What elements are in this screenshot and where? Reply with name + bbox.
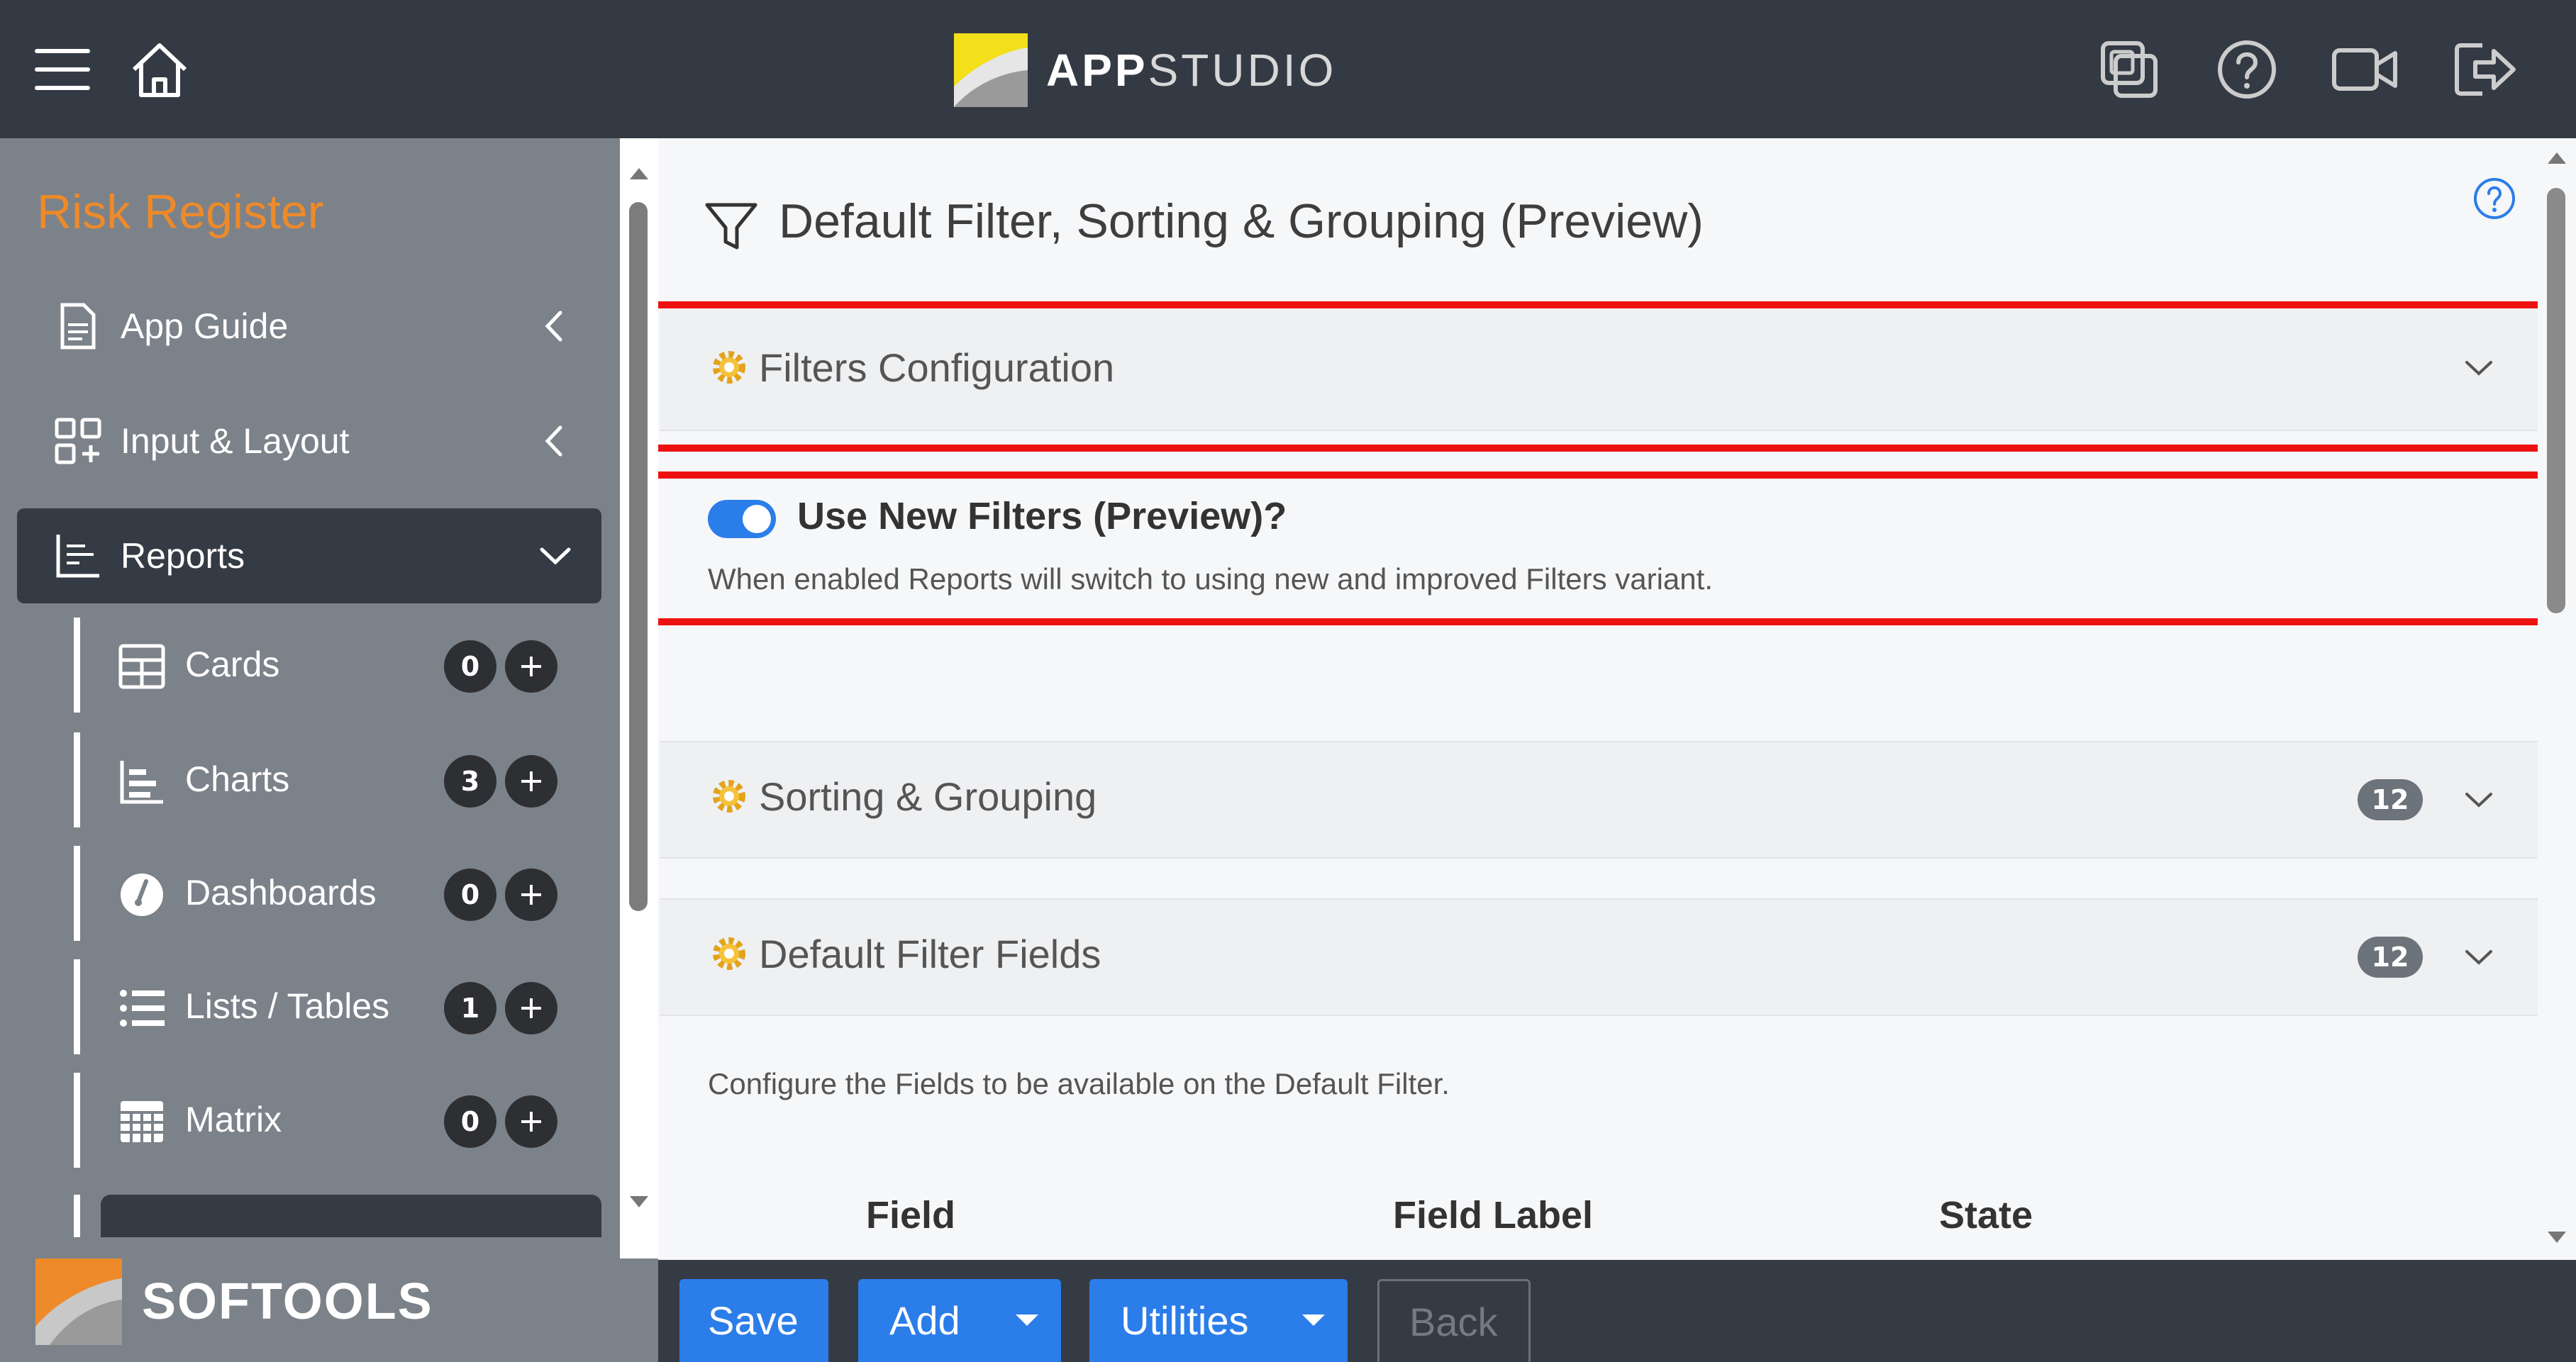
count-badge: 0 [444,869,496,921]
softools-logo: SOFTOOLS [0,1258,658,1362]
add-button[interactable]: Add [858,1279,1061,1362]
help-icon[interactable] [2211,34,2282,105]
section-title: Sorting & Grouping [759,774,1097,819]
add-icon[interactable] [505,755,557,808]
count-badge: 12 [2358,937,2423,978]
count-badge: 0 [444,1095,496,1148]
section-title: Default Filter Fields [759,932,1101,976]
column-header-field: Field [866,1194,956,1237]
back-button[interactable]: Back [1377,1279,1531,1362]
column-header-field-label: Field Label [1393,1194,1594,1237]
sidebar-item-label: App Guide [121,306,289,346]
logout-icon[interactable] [2450,34,2521,105]
sidebar-title: Risk Register [37,185,324,239]
scroll-up-icon[interactable] [620,160,658,188]
scroll-down-icon[interactable] [2538,1223,2576,1251]
save-button-label: Save [708,1298,799,1343]
save-button[interactable]: Save [679,1279,828,1362]
menu-icon[interactable] [27,34,98,105]
add-icon[interactable] [505,982,557,1034]
sidebar-item-label: Input & Layout [121,421,350,461]
dropdown-caret-icon[interactable] [1302,1314,1325,1326]
sidebar-subitem-lists-tables[interactable]: Lists / Tables 1 [74,959,584,1054]
count-badge: 3 [444,755,496,808]
sidebar: Risk Register App Guide Input & Layout R… [0,138,658,1362]
sidebar-subitem-label: Matrix [185,1100,282,1139]
copy-icon[interactable] [2094,34,2165,105]
page-title: Default Filter, Sorting & Grouping (Prev… [779,194,1704,248]
sidebar-item-app-guide[interactable]: App Guide [17,279,601,374]
layout-icon [55,418,101,464]
matrix-icon [121,1101,163,1142]
tree-line [74,1073,80,1168]
utilities-button[interactable]: Utilities [1089,1279,1348,1362]
dropdown-caret-icon[interactable] [1016,1314,1038,1326]
highlight-box [658,471,2538,625]
chevron-left-icon [545,311,562,342]
scrollbar-thumb[interactable] [2547,188,2565,613]
scroll-down-icon[interactable] [620,1188,658,1216]
tree-line [74,846,80,941]
list-icon [120,990,165,1027]
video-icon[interactable] [2330,34,2401,105]
sidebar-scrollbar[interactable] [620,138,658,1258]
default-filter-description: Configure the Fields to be available on … [708,1067,1450,1100]
sidebar-subitem-label: Cards [185,644,280,684]
chevron-down-icon[interactable] [2461,939,2497,975]
default-filter-fields-section[interactable]: Default Filter Fields 12 [660,898,2538,1016]
reports-icon [56,535,99,578]
add-icon[interactable] [505,640,557,693]
app-studio-logo-icon [954,33,1028,107]
bottom-toolbar: Save Add Utilities Back [658,1260,2576,1362]
count-badge: 0 [444,640,496,693]
main-scrollbar[interactable] [2538,138,2576,1260]
softools-logo-icon [35,1258,122,1345]
cards-icon [118,644,165,689]
sidebar-subitem-cards[interactable]: Cards 0 [74,618,584,713]
sidebar-subitem-matrix[interactable]: Matrix 0 [74,1073,584,1168]
chevron-down-icon[interactable] [2461,782,2497,817]
dashboard-icon [121,873,163,916]
main-content: Default Filter, Sorting & Grouping (Prev… [658,138,2538,1260]
sidebar-subitem-label: Dashboards [185,873,377,912]
sidebar-subitem-label: Charts [185,759,290,799]
chevron-down-icon [540,547,571,565]
chart-icon [120,761,163,804]
chevron-left-icon [545,425,562,457]
utilities-button-label: Utilities [1121,1298,1249,1343]
filter-icon [705,203,757,250]
add-button-label: Add [889,1298,960,1343]
scroll-up-icon[interactable] [2538,144,2576,172]
sidebar-subitem-charts[interactable]: Charts 3 [74,732,584,827]
sidebar-subitem-label: Lists / Tables [185,986,390,1026]
tree-line [74,732,80,827]
brand-light: STUDIO [1148,45,1337,96]
tree-line [74,618,80,713]
scrollbar-thumb[interactable] [629,202,648,911]
sidebar-partial-item[interactable] [101,1195,601,1237]
brand-strong: APP [1046,45,1148,96]
back-button-label: Back [1409,1299,1498,1344]
count-badge: 12 [2358,779,2423,820]
add-icon[interactable] [505,869,557,921]
sidebar-item-reports[interactable]: Reports [17,508,601,603]
sidebar-subitem-dashboards[interactable]: Dashboards 0 [74,846,584,941]
tree-line [74,1195,80,1237]
highlight-box [658,301,2538,452]
document-icon [60,303,96,350]
add-icon[interactable] [505,1095,557,1148]
tree-line [74,959,80,1054]
sidebar-item-label: Reports [121,536,245,576]
sidebar-item-input-layout[interactable]: Input & Layout [17,393,601,489]
help-icon[interactable] [2472,176,2517,221]
sorting-grouping-section[interactable]: Sorting & Grouping 12 [660,741,2538,859]
gear-icon [713,937,745,970]
app-studio-logo: APPSTUDIO [954,33,1336,107]
column-header-state: State [1939,1194,2033,1237]
home-icon[interactable] [124,34,195,105]
count-badge: 1 [444,982,496,1034]
top-bar: APPSTUDIO [0,0,2576,138]
gear-icon [713,780,745,813]
footer-brand-text: SOFTOOLS [142,1273,433,1330]
